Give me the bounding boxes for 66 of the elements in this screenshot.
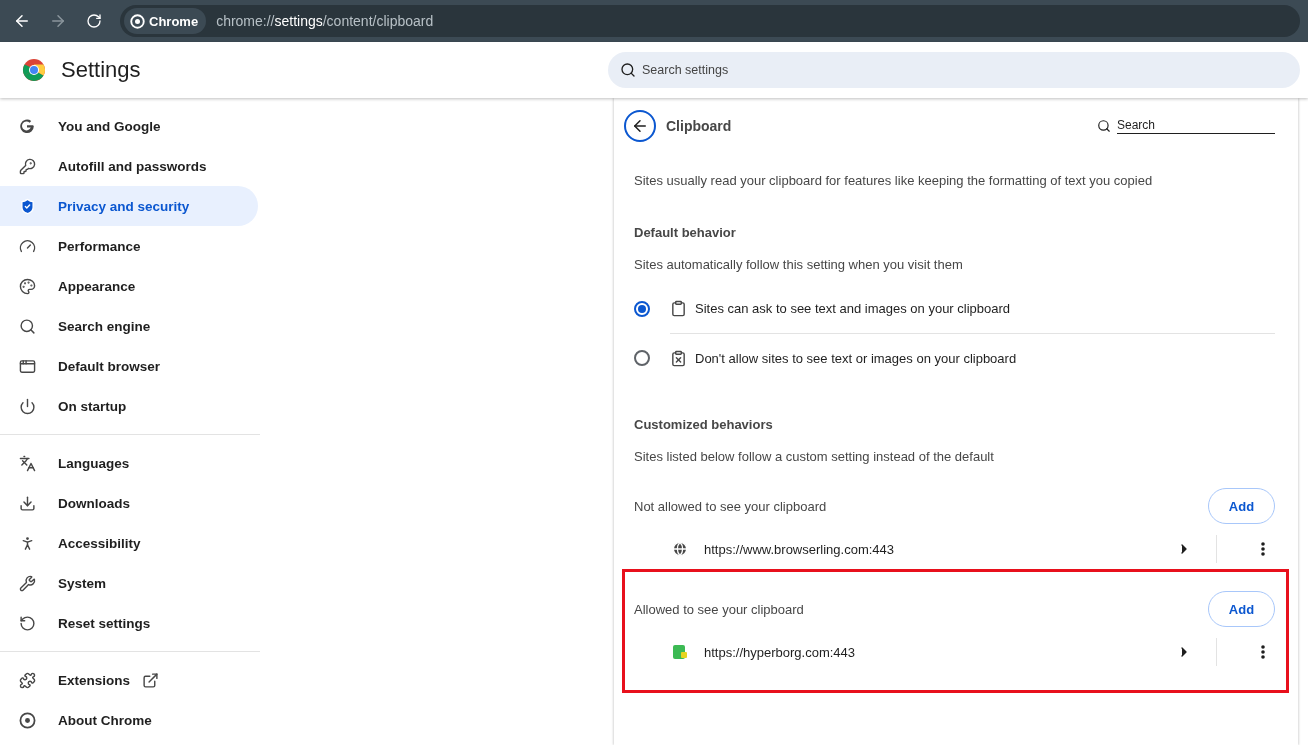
description-text: Sites usually read your clipboard for features like keeping the formatting of text you copied	[634, 171, 1154, 190]
search-field[interactable]: Search	[1097, 118, 1275, 134]
palette-icon	[18, 277, 36, 295]
sidebar-item[interactable]: Default browser	[0, 346, 258, 386]
radio-button[interactable]	[634, 300, 650, 317]
sidebar-item[interactable]: Privacy and security	[0, 186, 258, 226]
window-icon	[18, 357, 36, 375]
sidebar-item[interactable]: You and Google	[0, 106, 258, 146]
list-label: Not allowed to see your clipboard	[634, 497, 827, 516]
search-field[interactable]: Search settings	[608, 52, 1300, 88]
globe-icon	[672, 541, 688, 557]
address-bar[interactable]: Chrome chrome://settings/content/clipboard	[120, 5, 1300, 37]
list-label: Allowed to see your clipboard	[634, 600, 804, 619]
chrome-icon	[130, 13, 145, 29]
power-icon	[18, 397, 36, 415]
sidebar-item[interactable]: Languages	[0, 443, 258, 483]
section-title: Clipboard	[666, 118, 733, 134]
reload-icon	[86, 13, 102, 29]
gauge-icon	[18, 237, 36, 255]
google-icon	[18, 117, 36, 135]
search-icon	[1097, 119, 1111, 133]
chrome-logo-icon	[21, 58, 46, 82]
translate-icon	[18, 454, 36, 472]
sidebar-item[interactable]: Accessibility	[0, 523, 258, 563]
site-chip[interactable]: Chrome	[124, 8, 207, 34]
chip-label: Chrome	[149, 13, 199, 29]
sidebar-item[interactable]: Reset settings	[0, 603, 258, 643]
more-icon	[1261, 645, 1265, 659]
radio-button[interactable]	[634, 349, 650, 366]
section-subtitle: Sites listed below follow a custom setting instead of the default	[634, 447, 995, 466]
url-text: chrome://settings/content/clipboard	[216, 13, 434, 29]
chrome-icon	[18, 711, 36, 729]
puzzle-icon	[18, 671, 36, 689]
search-icon	[18, 317, 36, 335]
download-icon	[18, 494, 36, 512]
clipboard-icon	[670, 300, 687, 317]
reset-icon	[18, 614, 36, 632]
clipboard-blocked-icon	[670, 349, 687, 367]
shield-icon	[18, 197, 36, 215]
add-button[interactable]: Add	[1208, 488, 1275, 524]
page-title: Settings	[61, 57, 142, 83]
search-icon	[620, 62, 636, 78]
sidebar-item[interactable]: Extensions	[0, 660, 258, 700]
option-label: Don't allow sites to see text or images on your clipboard	[695, 350, 1017, 366]
wrench-icon	[18, 574, 36, 592]
section-heading: Customized behaviors	[634, 415, 774, 434]
back-button[interactable]	[624, 110, 656, 142]
search-placeholder: Search settings	[642, 63, 729, 77]
sidebar-item[interactable]: On startup	[0, 386, 258, 426]
section-heading: Default behavior	[634, 223, 737, 242]
more-icon	[1261, 542, 1265, 556]
sidebar-item[interactable]: Appearance	[0, 266, 258, 306]
add-button[interactable]: Add	[1208, 591, 1275, 627]
sidebar-item[interactable]: Downloads	[0, 483, 258, 523]
sidebar-item[interactable]: Autofill and passwords	[0, 146, 258, 186]
forward-arrow-icon	[49, 12, 67, 30]
option-label: Sites can ask to see text and images on your clipboard	[695, 301, 1011, 316]
sidebar-item[interactable]: About Chrome	[0, 700, 258, 740]
sidebar-item[interactable]: Search engine	[0, 306, 258, 346]
site-url: https://www.browserling.com:443	[704, 541, 896, 557]
section-subtitle: Sites automatically follow this setting when you visit them	[634, 255, 964, 274]
sidebar-item[interactable]: Performance	[0, 226, 258, 266]
sidebar-item[interactable]: System	[0, 563, 258, 603]
site-favicon-icon	[672, 644, 688, 660]
key-icon	[18, 157, 36, 175]
site-url: https://hyperborg.com:443	[704, 644, 857, 660]
